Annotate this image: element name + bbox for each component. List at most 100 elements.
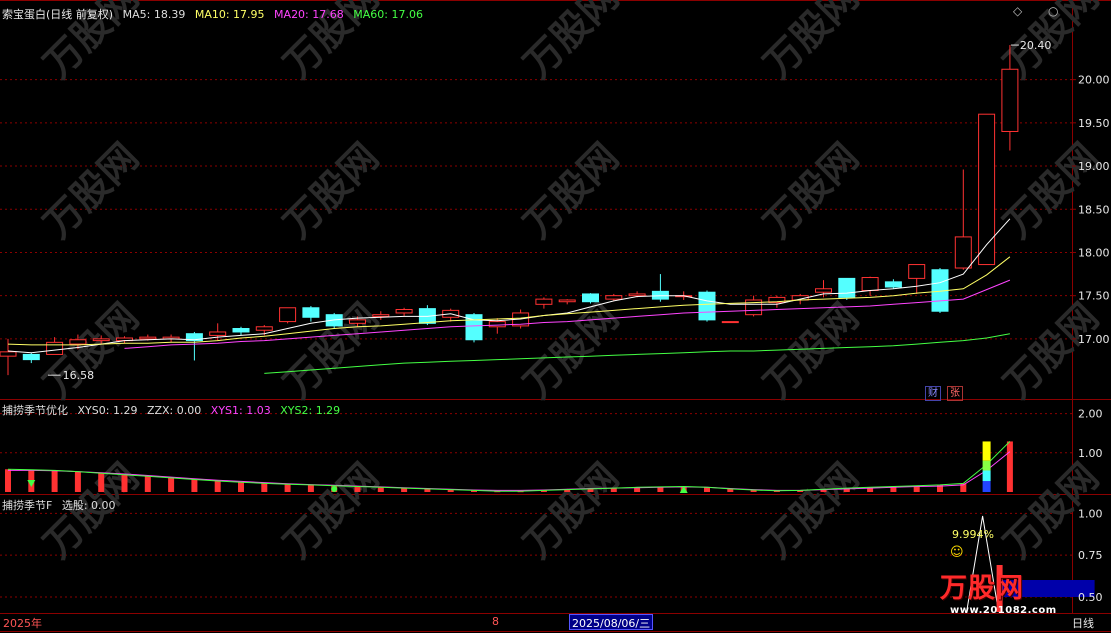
- candle-body: [0, 351, 17, 357]
- candle-body: [861, 277, 879, 291]
- watermark-logo: 万股网: [755, 0, 867, 86]
- indicator-bar: [214, 481, 221, 492]
- select-value: 0.00: [91, 499, 116, 512]
- xys1-readout: XYS1: 1.03: [211, 404, 271, 417]
- watermark-logo: 万股网: [35, 135, 147, 247]
- y-tick-label: 19.50: [1078, 117, 1110, 130]
- xys0-label: XYS0:: [77, 404, 110, 417]
- circle-icon[interactable]: ○: [1048, 4, 1058, 18]
- indicator-bar: [238, 482, 244, 492]
- zzx-label: ZZX:: [146, 404, 174, 417]
- watermark-logo: 万股网: [755, 455, 867, 567]
- brand-url: www.201082.com: [950, 605, 1057, 616]
- candle-body: [1001, 68, 1019, 132]
- signal-header: 捕捞季节F 选股: 0.00: [2, 497, 122, 513]
- watermark-logo: 万股网: [515, 295, 627, 407]
- low-price-label: 16.58: [63, 369, 95, 382]
- indicator-bar: [5, 469, 11, 492]
- y-tick-label: 19.00: [1078, 160, 1110, 173]
- watermark-logo: 万股网: [995, 135, 1107, 247]
- candle-body: [209, 331, 227, 336]
- indicator-bar: [307, 484, 314, 492]
- candle-body: [884, 281, 902, 288]
- zzx-value: 0.00: [176, 404, 202, 417]
- y-tick-label: 20.00: [1078, 74, 1110, 87]
- candle-body: [558, 299, 576, 303]
- xys0-readout: XYS0: 1.29: [78, 404, 138, 417]
- watermark-logo: 万股网: [515, 135, 627, 247]
- indicator-bar: [261, 483, 268, 492]
- period-label: (日线 前复权): [46, 8, 114, 21]
- y-tick-label: 18.00: [1078, 246, 1110, 259]
- indicator-bar: [704, 487, 710, 492]
- watermark-logo: 万股网: [275, 455, 387, 567]
- indicator-tick-label: 2.00: [1078, 408, 1103, 421]
- indicator-bar: [168, 477, 175, 492]
- candle-body: [372, 314, 390, 317]
- stock-name: 索宝蛋白: [2, 8, 46, 21]
- cursor-date[interactable]: 2025/08/06/三: [569, 614, 654, 630]
- y-tick-label: 17.50: [1078, 290, 1110, 303]
- zzx-readout: ZZX: 0.00: [147, 404, 201, 417]
- ma60-value: 17.06: [391, 8, 423, 21]
- candle-body: [605, 295, 623, 300]
- indicator-bar: [191, 479, 198, 492]
- indicator-bar: [377, 487, 384, 492]
- ma10-label: MA10:: [194, 8, 230, 21]
- xys0-value: 1.29: [112, 404, 138, 417]
- smiley-icon: ☺: [950, 545, 964, 560]
- period-button[interactable]: 日线: [1072, 615, 1094, 632]
- ma20-value: 17.68: [312, 8, 344, 21]
- xys2-readout: XYS2: 1.29: [280, 404, 340, 417]
- indicator-bar: [51, 470, 58, 492]
- indicator-bar: [121, 474, 128, 492]
- ma10-readout: MA10: 17.95: [195, 8, 265, 21]
- candle-body: [279, 307, 297, 323]
- candle-body: [815, 288, 832, 293]
- candle-body: [488, 321, 506, 328]
- finance-badge[interactable]: 财: [925, 386, 941, 401]
- signal-stack-segment: [982, 470, 991, 482]
- indicator-bar: [284, 484, 291, 492]
- ma60-line: [264, 333, 1010, 374]
- xys1-label: XYS1:: [210, 404, 243, 417]
- signal-name: 捕捞季节F: [2, 499, 53, 512]
- candle-body: [954, 236, 972, 269]
- candle-body: [838, 277, 856, 298]
- candle-body: [22, 353, 40, 361]
- candle-body: [395, 308, 413, 314]
- candle-body: [978, 113, 996, 266]
- watermark-logo: 万股网: [275, 135, 387, 247]
- limit-up-badge[interactable]: 张: [947, 386, 963, 401]
- watermark-logo: 万股网: [755, 135, 867, 247]
- indicator-bar: [98, 473, 105, 492]
- candle-body: [232, 328, 250, 333]
- signal-stack-segment: [982, 441, 991, 461]
- kline-chart[interactable]: 万股网 万股网 万股网 万股网 万股网万股网 万股网 万股网 万股网 万股网万股网 万股网 万股网万…: [0, 0, 1111, 633]
- brand-logo: 万股网: [940, 573, 1024, 604]
- indicator-bar: [354, 486, 361, 492]
- candle-body: [628, 293, 646, 297]
- ma20-readout: MA20: 17.68: [274, 8, 344, 21]
- main-header: 索宝蛋白(日线 前复权) MA5: 18.39 MA10: 17.95 MA20…: [2, 6, 429, 22]
- signal-stack-segment: [982, 481, 991, 492]
- watermark-logo: 万股网: [515, 0, 627, 86]
- y-tick-label: 18.50: [1078, 203, 1110, 216]
- candle-body: [302, 307, 320, 318]
- xys1-value: 1.03: [246, 404, 271, 417]
- indicator-header: 捕捞季节优化 XYS0: 1.29 ZZX: 0.00 XYS1: 1.03 X…: [2, 402, 346, 418]
- high-price-label: 20.40: [1020, 39, 1052, 52]
- year-label: 2025年: [3, 617, 42, 630]
- xys2-value: 1.29: [315, 404, 341, 417]
- watermark-logo: 万股网: [515, 455, 627, 567]
- ma-lines-layer: [7, 218, 1011, 374]
- signal-tick-label: 0.75: [1078, 549, 1103, 562]
- diamond-icon[interactable]: ◇: [1013, 4, 1022, 18]
- signal-tick-label: 0.50: [1078, 591, 1103, 604]
- candle-body: [69, 339, 87, 345]
- candle-body: [698, 291, 716, 321]
- candle-body: [349, 319, 366, 324]
- ma60-readout: MA60: 17.06: [353, 8, 423, 21]
- signal-stack-segment: [982, 460, 991, 471]
- xys2-label: XYS2:: [280, 404, 313, 417]
